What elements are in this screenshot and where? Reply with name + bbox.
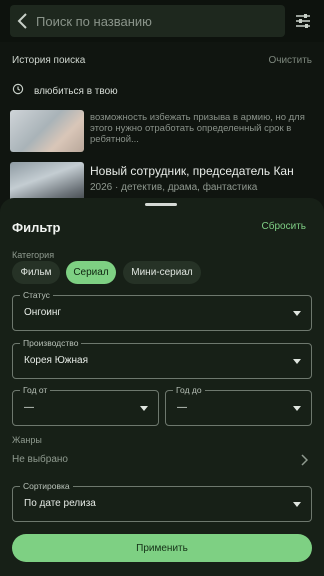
search-input[interactable] bbox=[36, 13, 271, 29]
history-header: История поиска Очистить bbox=[12, 52, 312, 68]
year-to-value: — bbox=[177, 402, 187, 413]
year-to-label: Год до bbox=[173, 385, 205, 395]
year-to-select[interactable]: Год до — bbox=[165, 385, 312, 426]
dropdown-arrow-icon bbox=[293, 311, 301, 316]
history-clear-button[interactable]: Очистить bbox=[268, 55, 312, 66]
year-from-value: — bbox=[24, 402, 34, 413]
sort-value: По дате релиза bbox=[24, 498, 96, 509]
sort-select[interactable]: Сортировка По дате релиза bbox=[12, 481, 312, 522]
sheet-title: Фильтр bbox=[12, 220, 61, 235]
production-value: Корея Южная bbox=[24, 355, 88, 366]
year-from-select[interactable]: Год от — bbox=[12, 385, 159, 426]
chip-film[interactable]: Фильм bbox=[12, 261, 60, 284]
status-value: Онгоинг bbox=[24, 307, 62, 318]
sheet-drag-handle[interactable] bbox=[145, 203, 177, 206]
sort-label: Сортировка bbox=[20, 481, 73, 491]
chip-mini-series[interactable]: Мини-сериал bbox=[123, 261, 201, 284]
result-meta: 2026 · детектив, драма, фантастика bbox=[90, 182, 258, 193]
dropdown-arrow-icon bbox=[293, 359, 301, 364]
chevron-right-icon[interactable] bbox=[300, 453, 309, 471]
history-item-label: влюбиться в твою bbox=[34, 85, 118, 97]
filter-settings-icon[interactable] bbox=[292, 10, 314, 32]
dropdown-arrow-icon bbox=[293, 406, 301, 411]
history-clock-icon bbox=[12, 82, 24, 100]
result-item[interactable]: возможность избежать призыва в армию, но… bbox=[0, 110, 324, 160]
dropdown-arrow-icon bbox=[140, 406, 148, 411]
category-label: Категория bbox=[12, 250, 55, 260]
production-select[interactable]: Производство Корея Южная bbox=[12, 338, 312, 379]
chip-series[interactable]: Сериал bbox=[66, 261, 116, 284]
result-title: Новый сотрудник, председатель Кан bbox=[90, 164, 294, 178]
back-icon[interactable] bbox=[10, 5, 36, 37]
reset-button[interactable]: Сбросить bbox=[262, 221, 306, 232]
search-box[interactable] bbox=[10, 5, 285, 37]
dropdown-arrow-icon bbox=[293, 502, 301, 507]
history-title: История поиска bbox=[12, 54, 86, 66]
year-from-label: Год от bbox=[20, 385, 51, 395]
genres-selector[interactable]: Не выбрано bbox=[12, 454, 68, 465]
filter-sheet: Фильтр Сбросить Категория Фильм Сериал М… bbox=[0, 198, 324, 576]
production-label: Производство bbox=[20, 338, 82, 348]
status-select[interactable]: Статус Онгоинг bbox=[12, 290, 312, 331]
status-label: Статус bbox=[20, 290, 53, 300]
result-description: возможность избежать призыва в армию, но… bbox=[90, 112, 305, 145]
history-item[interactable]: влюбиться в твою bbox=[12, 82, 312, 100]
genres-label: Жанры bbox=[12, 435, 42, 445]
top-bar bbox=[0, 0, 324, 42]
result-thumbnail bbox=[10, 110, 84, 152]
apply-button[interactable]: Применить bbox=[12, 534, 312, 562]
